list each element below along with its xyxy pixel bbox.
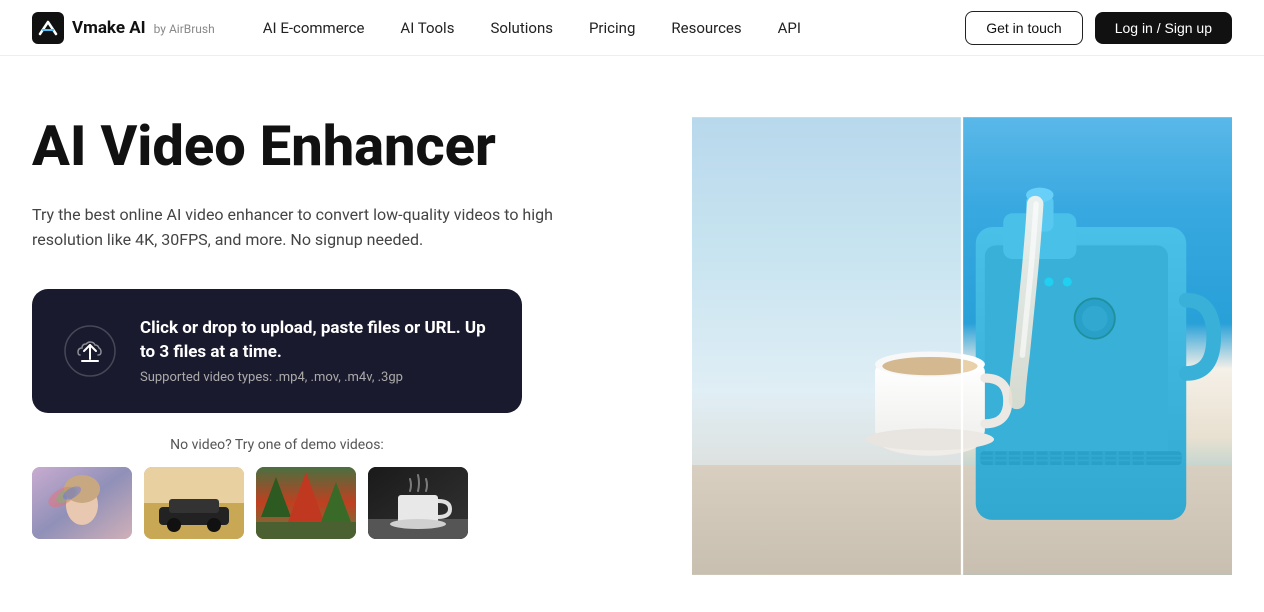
nav-pricing[interactable]: Pricing (589, 19, 635, 37)
nav-links: AI E-commerce AI Tools Solutions Pricing… (263, 19, 965, 37)
demo-label: No video? Try one of demo videos: (32, 437, 522, 453)
logo-text: Vmake AI by AirBrush (72, 18, 215, 38)
nav-api[interactable]: API (778, 19, 801, 37)
demo-thumb-car[interactable] (144, 467, 244, 539)
upload-text-area: Click or drop to upload, paste files or … (140, 317, 490, 386)
hero-image-panel (692, 96, 1232, 596)
demo-thumb-person[interactable] (32, 467, 132, 539)
upload-main-text: Click or drop to upload, paste files or … (140, 317, 490, 365)
nav-actions: Get in touch Log in / Sign up (965, 11, 1232, 45)
demo-thumb-nature[interactable] (256, 467, 356, 539)
hero-image (692, 96, 1232, 596)
demo-thumb-cup[interactable] (368, 467, 468, 539)
get-in-touch-button[interactable]: Get in touch (965, 11, 1083, 45)
upload-dropzone[interactable]: Click or drop to upload, paste files or … (32, 289, 522, 414)
upload-icon (64, 325, 116, 377)
demo-thumbnails (32, 467, 522, 539)
nav-resources[interactable]: Resources (671, 19, 741, 37)
upload-sub-text: Supported video types: .mp4, .mov, .m4v,… (140, 370, 490, 385)
left-panel: AI Video Enhancer Try the best online AI… (32, 96, 652, 539)
page-title: AI Video Enhancer (32, 116, 652, 178)
navbar: Vmake AI by AirBrush AI E-commerce AI To… (0, 0, 1264, 56)
nav-ai-tools[interactable]: AI Tools (400, 19, 454, 37)
nav-solutions[interactable]: Solutions (490, 19, 553, 37)
coffee-scene-svg (692, 96, 1232, 596)
nav-ai-ecommerce[interactable]: AI E-commerce (263, 19, 365, 37)
page-subtitle: Try the best online AI video enhancer to… (32, 202, 572, 253)
login-signup-button[interactable]: Log in / Sign up (1095, 12, 1232, 44)
logo[interactable]: Vmake AI by AirBrush (32, 12, 215, 44)
logo-icon (32, 12, 64, 44)
main-content: AI Video Enhancer Try the best online AI… (0, 56, 1264, 612)
